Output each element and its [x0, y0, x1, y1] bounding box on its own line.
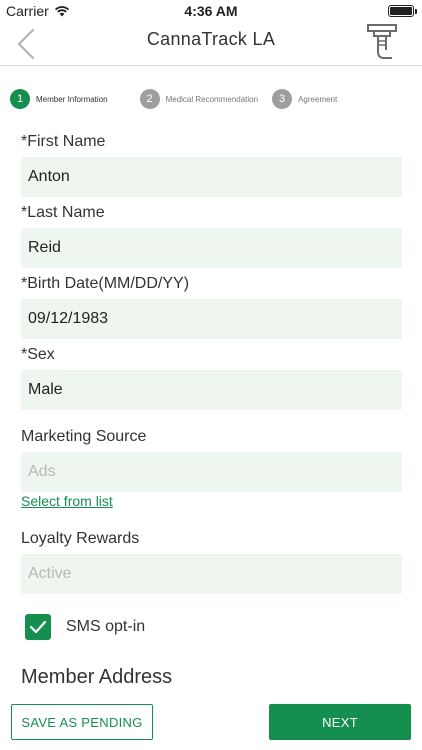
progress-stepper: 1 Member Information 2 Medical Recommend…: [10, 88, 351, 110]
next-button[interactable]: NEXT: [269, 704, 411, 740]
page-title: CannaTrack LA: [146, 29, 276, 49]
step-number: 2: [139, 89, 160, 109]
sms-opt-in-row[interactable]: SMS opt-in: [25, 614, 145, 640]
step-label: Member Information: [36, 94, 108, 104]
sms-opt-in-checkbox[interactable]: [25, 614, 51, 640]
sex-label: *Sex: [21, 346, 55, 363]
barcode-scanner-icon[interactable]: [364, 22, 400, 62]
battery-icon: [388, 5, 417, 17]
clock: 4:36 AM: [184, 3, 238, 19]
step-number: 1: [10, 89, 30, 109]
first-name-field[interactable]: Anton: [21, 157, 402, 197]
birth-date-label: *Birth Date(MM/DD/YY): [21, 275, 190, 292]
last-name-field[interactable]: Reid: [21, 228, 402, 268]
loyalty-rewards-label: Loyalty Rewards: [21, 530, 140, 547]
step-agreement[interactable]: 3 Agreement: [272, 89, 337, 109]
loyalty-rewards-field[interactable]: Active: [21, 554, 402, 594]
birth-date-field[interactable]: 09/12/1983: [21, 299, 402, 339]
select-from-list-link[interactable]: Select from list: [21, 493, 113, 509]
step-label: Medical Recommendation: [165, 94, 259, 104]
first-name-label: *First Name: [21, 133, 106, 150]
status-bar: Carrier 4:36 AM: [0, 0, 422, 22]
checkmark-icon: [29, 620, 47, 634]
step-medical-recommendation[interactable]: 2 Medical Recommendation: [139, 89, 259, 109]
marketing-source-field[interactable]: Ads: [21, 452, 402, 492]
member-address-heading: Member Address: [21, 666, 173, 688]
marketing-source-label: Marketing Source: [21, 428, 147, 445]
step-member-information[interactable]: 1 Member Information: [10, 89, 108, 109]
navigation-bar: CannaTrack LA: [0, 22, 422, 66]
step-number: 3: [272, 89, 293, 109]
sms-opt-in-label: SMS opt-in: [66, 618, 146, 635]
step-label: Agreement: [298, 94, 338, 104]
last-name-label: *Last Name: [21, 204, 105, 221]
sex-field[interactable]: Male: [21, 370, 402, 410]
save-as-pending-button[interactable]: SAVE AS PENDING: [11, 704, 153, 740]
